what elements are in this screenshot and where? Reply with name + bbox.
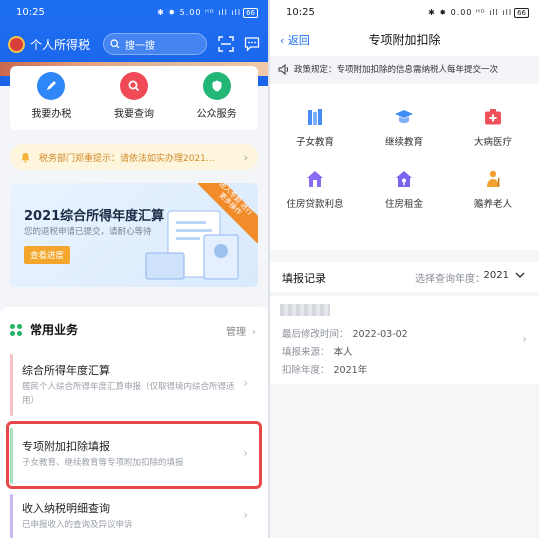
- medical-kit-icon: [482, 106, 504, 128]
- record-source: 填报来源： 本人: [282, 344, 353, 358]
- battery-icon: 66: [243, 7, 258, 18]
- nav-bar: ‹ 返回 专项附加扣除: [270, 28, 539, 52]
- record-year-label: 扣除年度：: [282, 365, 330, 376]
- filing-records-title: 填报记录: [282, 272, 326, 285]
- page-title: 专项附加扣除: [368, 33, 441, 47]
- chevron-right-icon: ›: [243, 150, 248, 164]
- record-modified-value: 2022-03-02: [352, 329, 408, 340]
- elder-icon: [482, 168, 504, 190]
- category-housing-rent[interactable]: 住房租金: [359, 168, 449, 210]
- speaker-icon: [278, 63, 289, 75]
- item-accent-bar: [10, 494, 13, 538]
- pen-icon: [37, 72, 66, 100]
- quick-action-label: 我要办税: [31, 109, 72, 120]
- category-label: 大病医疗: [473, 137, 512, 148]
- tax-emblem-icon: [8, 35, 25, 53]
- policy-text: 政策规定：专项附加扣除的信息需纳税人每年提交一次: [294, 65, 499, 75]
- category-label: 住房租金: [384, 199, 423, 210]
- record-source-label: 填报来源：: [282, 347, 330, 358]
- annual-settlement-banner[interactable]: 2021综合所得年度汇算 您的退税申请已提交，请耐心等待 查看进度 进入专题 进…: [10, 183, 258, 287]
- section-title: 常用业务: [10, 321, 78, 338]
- left-screen: 10:25 ✱ ✸ 5.00 ᴴᴰ ıll ıll 66 个人所得税 搜一搜 我要…: [0, 0, 268, 538]
- item-title: 收入纳税明细查询: [22, 502, 110, 515]
- item-desc: 已申报收入的查询及异议申诉: [22, 520, 133, 530]
- chevron-down-icon[interactable]: [515, 272, 525, 279]
- redacted-name: [280, 304, 330, 316]
- shield-icon: [202, 72, 231, 100]
- chevron-right-icon: ›: [243, 376, 248, 390]
- record-modified: 最后修改时间： 2022-03-02: [282, 326, 408, 340]
- graduation-cap-icon: [393, 106, 415, 128]
- bell-icon: [21, 152, 30, 163]
- topic-ribbon[interactable]: 进入专题 进行更多操作: [198, 183, 258, 243]
- house-key-icon: [393, 168, 415, 190]
- quick-actions: 我要办税 我要查询 公众服务: [10, 66, 258, 130]
- filing-record-item[interactable]: 最后修改时间： 2022-03-02 填报来源： 本人 扣除年度： 2021年 ›: [270, 296, 539, 384]
- page-header: 10:25 ✱ ✸ 0.00 ᴴᴰ ıll ıll 66 ‹ 返回 专项附加扣除: [270, 0, 539, 56]
- battery-icon: 66: [514, 7, 529, 18]
- category-children-education[interactable]: 子女教育: [270, 106, 360, 148]
- manage-button[interactable]: 管理 ›: [226, 323, 256, 338]
- status-time: 10:25: [286, 6, 315, 18]
- business-item-annual-settlement[interactable]: 综合所得年度汇算 居民个人综合所得年度汇算申报（仅取得境内综合所得适用） ›: [10, 354, 258, 416]
- chevron-right-icon: ›: [522, 332, 527, 346]
- item-title: 综合所得年度汇算: [22, 364, 110, 377]
- year-select-label: 选择查询年度：: [415, 274, 485, 285]
- app-title: 个人所得税: [30, 37, 91, 52]
- grid-dots-icon: [10, 323, 22, 336]
- search-icon: [110, 39, 120, 49]
- search-placeholder: 搜一搜: [125, 40, 155, 52]
- category-elderly-support[interactable]: 赡养老人: [448, 168, 538, 210]
- status-icons: ✱ ✸ 5.00 ᴴᴰ ıll ıll 66: [157, 7, 258, 18]
- category-serious-illness[interactable]: 大病医疗: [448, 106, 538, 148]
- search-input[interactable]: 搜一搜: [103, 33, 207, 55]
- books-icon: [304, 106, 326, 128]
- category-housing-loan-interest[interactable]: 住房贷款利息: [270, 168, 360, 210]
- category-label: 住房贷款利息: [286, 199, 344, 210]
- notice-text: 税务部门郑重提示：请依法如实办理2021...: [39, 153, 215, 164]
- quick-action-file-tax[interactable]: 我要办税: [16, 72, 86, 120]
- section-title-text: 常用业务: [30, 323, 79, 337]
- status-bar: 10:25 ✱ ✸ 0.00 ᴴᴰ ıll ıll 66: [270, 0, 539, 24]
- filing-records-header: 填报记录 选择查询年度： 2021: [270, 262, 539, 292]
- category-label: 赡养老人: [473, 199, 512, 210]
- category-label: 继续教育: [384, 137, 423, 148]
- house-icon: [304, 168, 326, 190]
- record-year: 扣除年度： 2021年: [282, 362, 367, 376]
- quick-action-query[interactable]: 我要查询: [99, 72, 169, 120]
- year-select-value[interactable]: 2021: [484, 270, 509, 281]
- category-continuing-education[interactable]: 继续教育: [359, 106, 449, 148]
- record-modified-label: 最后修改时间：: [282, 329, 349, 340]
- status-time: 10:25: [16, 6, 45, 18]
- status-icons: ✱ ✸ 0.00 ᴴᴰ ıll ıll 66: [428, 7, 529, 18]
- search-icon: [119, 72, 148, 100]
- promo-subtitle: 您的退税申请已提交，请耐心等待: [24, 227, 152, 237]
- category-label: 子女教育: [295, 137, 334, 148]
- policy-notice: 政策规定：专项附加扣除的信息需纳税人每年提交一次: [270, 58, 539, 80]
- quick-action-label: 我要查询: [113, 109, 154, 120]
- item-desc: 居民个人综合所得年度汇算申报（仅取得境内综合所得适用）: [22, 382, 235, 406]
- chevron-right-icon: ›: [252, 327, 256, 338]
- item-accent-bar: [10, 354, 13, 416]
- record-year-value: 2021年: [333, 365, 368, 376]
- business-item-income-detail[interactable]: 收入纳税明细查询 已申报收入的查询及异议申诉 ›: [10, 494, 258, 538]
- status-bar: 10:25 ✱ ✸ 5.00 ᴴᴰ ıll ıll 66: [0, 0, 268, 24]
- scan-icon[interactable]: [218, 36, 234, 52]
- right-screen: 10:25 ✱ ✸ 0.00 ᴴᴰ ıll ıll 66 ‹ 返回 专项附加扣除 …: [270, 0, 539, 538]
- deduction-categories: 子女教育 继续教育 大病医疗 住房贷款利息 住房租金 赡养老人: [270, 84, 539, 250]
- view-progress-button[interactable]: 查看进度: [24, 246, 70, 264]
- quick-action-label: 公众服务: [196, 109, 237, 120]
- chevron-right-icon: ›: [243, 508, 248, 522]
- manage-label: 管理: [226, 327, 246, 338]
- notice-bar[interactable]: 税务部门郑重提示：请依法如实办理2021... ›: [10, 144, 258, 170]
- quick-action-public-service[interactable]: 公众服务: [182, 72, 252, 120]
- highlight-box: [6, 421, 262, 489]
- message-icon[interactable]: [244, 36, 260, 52]
- record-source-value: 本人: [333, 347, 353, 358]
